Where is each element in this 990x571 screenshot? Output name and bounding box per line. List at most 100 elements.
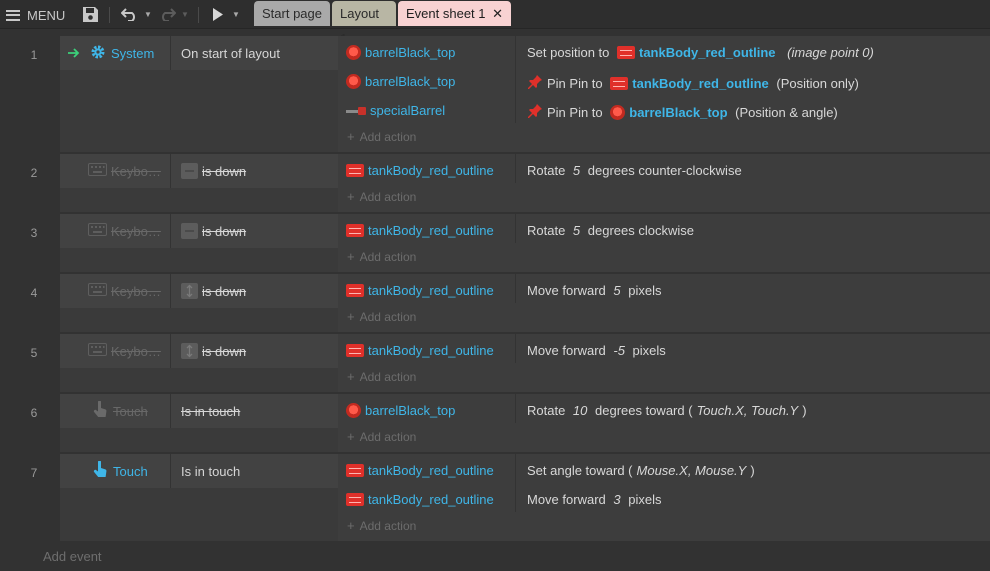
event-row[interactable]: 4 Keybo… is down tankBody_red_outline Move f… [0,274,990,332]
action-description[interactable]: Move forward -5 pixels [527,343,666,358]
action-description[interactable]: Rotate 5 degrees counter-clockwise [527,163,742,178]
add-action-label: Add action [359,249,417,264]
action-row[interactable]: tankBody_red_outline Set angle toward (Mo… [338,456,990,485]
action-text: pixels [628,343,666,358]
action-object[interactable]: tankBody_red_outline [346,223,494,238]
add-event-button[interactable]: Add event [43,549,102,564]
undo-dropdown-icon[interactable]: ▼ [144,10,152,19]
action-row[interactable]: barrelBlack_top Set position to tankBody_… [338,38,990,67]
tab-event-sheet-1[interactable]: Event sheet 1 ✕ [398,1,511,26]
condition-cell[interactable]: is down [171,154,338,188]
add-action-button[interactable]: + Add action [347,129,416,144]
condition-block[interactable]: Keybo… is down [60,274,338,332]
condition-block[interactable]: Keybo… is down [60,334,338,392]
action-object[interactable]: barrelBlack_top [346,74,455,89]
condition-text: Is in touch [181,403,241,419]
sprite-icon [346,74,361,89]
condition-cell[interactable]: is down [171,214,338,248]
keyboard-icon [88,343,107,359]
sprite-icon [346,106,366,115]
condition-block[interactable]: Keybo… is down [60,214,338,272]
plus-icon: + [347,309,355,324]
condition-block[interactable]: System On start of layout [60,36,338,152]
action-row[interactable]: tankBody_red_outline Rotate 5 degrees cou… [338,156,990,185]
action-text: 10 [572,403,588,418]
action-description[interactable]: Move forward 3 pixels [527,492,661,507]
condition-object[interactable]: Touch [60,394,171,428]
action-text: 5 [572,223,581,238]
add-action-button[interactable]: + Add action [347,369,416,384]
action-object[interactable]: tankBody_red_outline [346,343,494,358]
condition-object[interactable]: Keybo… [60,214,171,248]
action-text: pixels [624,492,662,507]
action-row[interactable]: barrelBlack_top Rotate 10 degrees toward … [338,396,990,425]
action-row[interactable]: specialBarrel Pin Pin to barrelBlack_top … [338,96,990,125]
action-object[interactable]: barrelBlack_top [346,403,455,418]
condition-object[interactable]: Keybo… [60,334,171,368]
save-icon[interactable] [82,6,99,26]
action-object-name: tankBody_red_outline [368,492,494,507]
event-row[interactable]: 2 Keybo… is down tankBody_red_outline Rotate… [0,154,990,212]
event-row[interactable]: 3 Keybo… is down tankBody_red_outline Rotate… [0,214,990,272]
action-description[interactable]: Rotate 5 degrees clockwise [527,223,694,238]
tab-start-page[interactable]: Start page [254,1,330,26]
action-description[interactable]: Set angle toward (Mouse.X, Mouse.Y) [527,463,755,478]
condition-object[interactable]: Keybo… [60,274,171,308]
condition-block[interactable]: Touch Is in touch [60,454,338,541]
action-object[interactable]: tankBody_red_outline [346,463,494,478]
event-row[interactable]: 5 Keybo… is down tankBody_red_outline Move f… [0,334,990,392]
action-row[interactable]: barrelBlack_top Pin Pin to tankBody_red_o… [338,67,990,96]
action-object[interactable]: barrelBlack_top [346,45,455,60]
sprite-icon [346,284,364,297]
action-text: (image point 0) [787,45,874,60]
close-icon[interactable]: ✕ [492,1,503,26]
action-description[interactable]: Pin Pin to tankBody_red_outline (Positio… [527,74,859,93]
action-row[interactable]: tankBody_red_outline Move forward 3 pixel… [338,485,990,514]
condition-text: is down [202,283,247,299]
condition-block[interactable]: Keybo… is down [60,154,338,212]
condition-cell[interactable]: On start of layout [171,36,338,70]
add-action-button[interactable]: + Add action [347,249,416,264]
redo-dropdown-icon[interactable]: ▼ [181,10,189,19]
add-action-label: Add action [359,429,417,444]
action-object[interactable]: tankBody_red_outline [346,163,494,178]
action-object[interactable]: tankBody_red_outline [346,492,494,507]
condition-cell[interactable]: Is in touch [171,454,338,488]
event-row[interactable]: 7 Touch Is in touch tankBody_red_outline Set… [0,454,990,541]
action-description[interactable]: Rotate 10 degrees toward (Touch.X, Touch… [527,403,807,418]
key-right-icon [181,223,198,239]
action-object[interactable]: specialBarrel [346,103,445,118]
action-description[interactable]: Set position to tankBody_red_outline (im… [527,45,874,60]
tab-label: Event sheet 1 [406,6,486,21]
tab-layout-1[interactable]: Layout 1 [332,1,396,46]
undo-icon[interactable] [120,8,139,24]
redo-icon[interactable] [158,8,177,24]
condition-cell[interactable]: is down [171,334,338,368]
action-row[interactable]: tankBody_red_outline Move forward 5 pixel… [338,276,990,305]
action-description[interactable]: Move forward 5 pixels [527,283,661,298]
condition-object[interactable]: System [60,36,171,70]
play-icon[interactable] [212,8,224,24]
condition-block[interactable]: Touch Is in touch [60,394,338,452]
action-description[interactable]: Pin Pin to barrelBlack_top (Position & a… [527,103,838,122]
condition-object[interactable]: Keybo… [60,154,171,188]
event-row[interactable]: 6 Touch Is in touch barrelBlack_top Rotate 1… [0,394,990,452]
condition-object[interactable]: Touch [60,454,171,488]
action-object[interactable]: tankBody_red_outline [346,283,494,298]
event-number: 4 [30,286,38,300]
condition-cell[interactable]: is down [171,274,338,308]
sprite-icon [346,493,364,506]
play-dropdown-icon[interactable]: ▼ [232,10,240,19]
add-action-button[interactable]: + Add action [347,518,416,533]
condition-cell[interactable]: Is in touch [171,394,338,428]
add-action-button[interactable]: + Add action [347,429,416,444]
add-action-button[interactable]: + Add action [347,189,416,204]
event-row[interactable]: 1 System On start of layout barrelBlack_top… [0,36,990,152]
plus-icon: + [347,249,355,264]
condition-object-name: Touch [113,463,148,479]
menu-button[interactable]: MENU [6,6,65,24]
action-row[interactable]: tankBody_red_outline Rotate 5 degrees clo… [338,216,990,245]
condition-object-row: Touch [92,454,148,488]
add-action-button[interactable]: + Add action [347,309,416,324]
action-row[interactable]: tankBody_red_outline Move forward -5 pixe… [338,336,990,365]
